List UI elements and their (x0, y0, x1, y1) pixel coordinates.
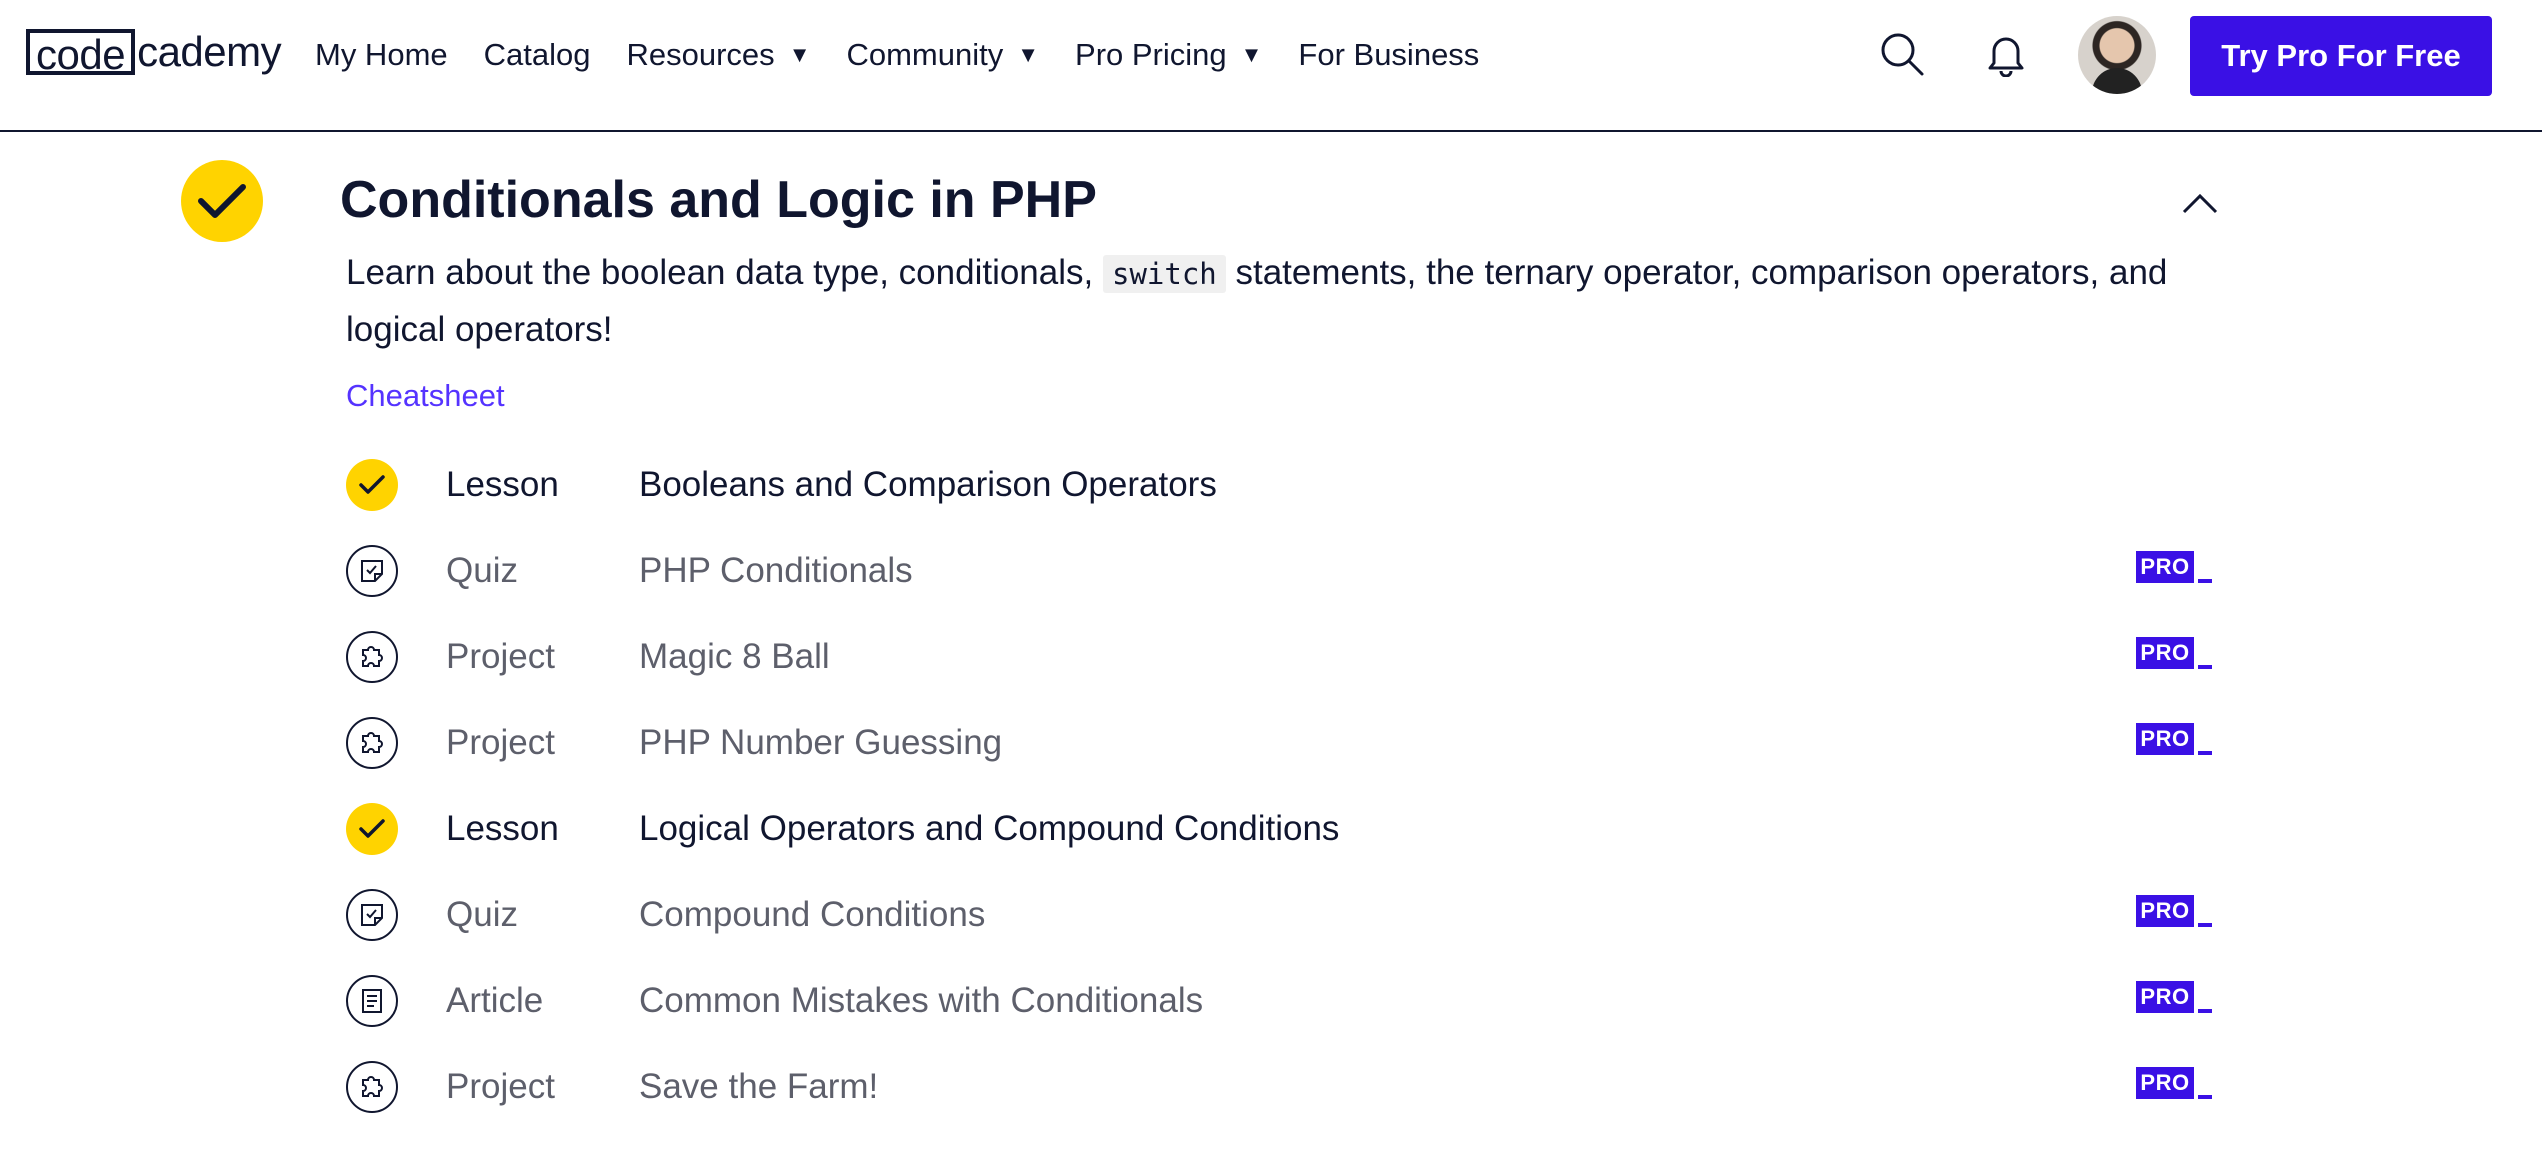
pro-badge-underline (2198, 751, 2212, 755)
logo-cademy-text: cademy (137, 28, 282, 75)
pro-badge-underline (2198, 1095, 2212, 1099)
article-icon (346, 975, 398, 1027)
nav-community-label: Community (846, 37, 1004, 72)
pro-badge-underline (2198, 665, 2212, 669)
check-icon (346, 459, 398, 511)
pro-badge: PRO (2136, 1067, 2194, 1099)
bell-icon[interactable] (1978, 26, 2034, 82)
pro-badge-underline (2198, 579, 2212, 583)
nav-community[interactable]: Community ▼ (846, 37, 1039, 73)
item-title: Save the Farm! (639, 1067, 879, 1106)
nav-pro-pricing-label: Pro Pricing (1075, 37, 1227, 72)
item-title: Compound Conditions (639, 895, 986, 934)
pro-badge: PRO (2136, 723, 2194, 755)
item-type: Project (446, 637, 555, 676)
nav-my-home[interactable]: My Home (315, 37, 448, 73)
nav-catalog-label: Catalog (483, 37, 591, 72)
list-item[interactable]: Project PHP Number Guessing PRO (346, 713, 2216, 773)
quiz-icon (346, 545, 398, 597)
top-navigation-bar: code cademy My Home Catalog Resources ▼ … (0, 0, 2542, 132)
item-title: Magic 8 Ball (639, 637, 830, 676)
nav-my-home-label: My Home (315, 37, 448, 72)
puzzle-icon (346, 631, 398, 683)
list-item[interactable]: Project Save the Farm! PRO (346, 1057, 2216, 1117)
nav-catalog[interactable]: Catalog (484, 37, 591, 73)
nav-for-business-label: For Business (1298, 37, 1480, 72)
caret-down-icon: ▼ (1240, 42, 1263, 67)
quiz-icon (346, 889, 398, 941)
try-pro-button[interactable]: Try Pro For Free (2190, 16, 2492, 96)
list-item[interactable]: Article Common Mistakes with Conditional… (346, 971, 2216, 1031)
codecademy-logo[interactable]: code cademy (26, 26, 282, 78)
item-type: Project (446, 1067, 555, 1106)
nav-resources[interactable]: Resources ▼ (627, 37, 811, 73)
list-item[interactable]: Lesson Logical Operators and Compound Co… (346, 799, 2216, 859)
main-nav: My Home Catalog Resources ▼ Community ▼ … (315, 32, 1515, 78)
item-title: PHP Conditionals (639, 551, 913, 590)
item-title: Logical Operators and Compound Condition… (639, 809, 1340, 848)
pro-badge-underline (2198, 923, 2212, 927)
search-icon[interactable] (1874, 26, 1930, 82)
module-complete-check-icon (181, 160, 263, 242)
pro-badge: PRO (2136, 895, 2194, 927)
pro-badge: PRO (2136, 981, 2194, 1013)
avatar-figure (2092, 68, 2142, 94)
nav-resources-label: Resources (626, 37, 775, 72)
item-title: PHP Number Guessing (639, 723, 1003, 762)
list-item[interactable]: Project Magic 8 Ball PRO (346, 627, 2216, 687)
user-avatar[interactable] (2078, 16, 2156, 94)
item-title: Booleans and Comparison Operators (639, 465, 1217, 504)
nav-for-business[interactable]: For Business (1298, 37, 1479, 73)
pro-badge: PRO (2136, 551, 2194, 583)
item-type: Project (446, 723, 555, 762)
module-title: Conditionals and Logic in PHP (340, 171, 1097, 229)
list-item[interactable]: Quiz Compound Conditions PRO (346, 885, 2216, 945)
item-type: Quiz (446, 551, 518, 590)
check-icon (346, 803, 398, 855)
description-code: switch (1102, 255, 1226, 293)
caret-down-icon: ▼ (788, 42, 811, 67)
nav-pro-pricing[interactable]: Pro Pricing ▼ (1075, 37, 1262, 73)
caret-down-icon: ▼ (1017, 42, 1040, 67)
item-type: Lesson (446, 465, 559, 504)
puzzle-icon (346, 1061, 398, 1113)
description-text: Learn about the boolean data type, condi… (346, 253, 1094, 292)
chevron-up-icon[interactable] (2180, 188, 2220, 218)
pro-badge: PRO (2136, 637, 2194, 669)
logo-code-box: code (26, 29, 136, 77)
module-description: Learn about the boolean data type, condi… (346, 245, 2246, 358)
item-type: Lesson (446, 809, 559, 848)
item-type: Article (446, 981, 544, 1020)
puzzle-icon (346, 717, 398, 769)
list-item[interactable]: Quiz PHP Conditionals PRO (346, 541, 2216, 601)
cheatsheet-link[interactable]: Cheatsheet (346, 378, 505, 414)
pro-badge-underline (2198, 1009, 2212, 1013)
item-title: Common Mistakes with Conditionals (639, 981, 1204, 1020)
list-item[interactable]: Lesson Booleans and Comparison Operators (346, 455, 2216, 515)
item-type: Quiz (446, 895, 518, 934)
